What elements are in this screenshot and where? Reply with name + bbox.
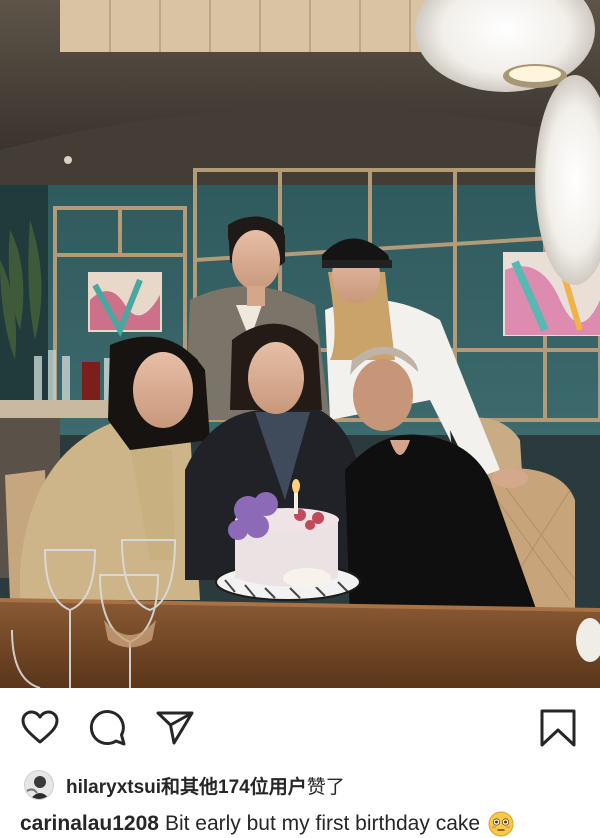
caption-username[interactable]: carinalau1208 [20, 812, 159, 836]
post-caption: carinalau1208 Bit early but my first bir… [20, 810, 514, 838]
send-icon [156, 711, 194, 745]
liker-count[interactable]: 和其他174位用户 [161, 777, 307, 798]
liker-username[interactable]: hilaryxtsui [66, 777, 161, 798]
heart-icon [21, 710, 59, 744]
share-button[interactable] [155, 708, 195, 748]
photo-illustration [0, 0, 600, 688]
comment-button[interactable] [88, 708, 128, 748]
like-button[interactable] [20, 708, 60, 748]
comment-icon [89, 710, 126, 746]
flushed-face-emoji-icon [488, 811, 514, 837]
liker-suffix: 赞了 [306, 776, 345, 798]
likes-summary: hilaryxtsui和其他174位用户赞了 [24, 770, 345, 800]
action-bar [0, 688, 600, 764]
post-photo[interactable] [0, 0, 600, 688]
likes-text[interactable]: hilaryxtsui和其他174位用户赞了 [66, 772, 345, 799]
caption-text: Bit early but my first birthday cake [164, 812, 481, 835]
save-button[interactable] [538, 708, 578, 748]
avatar-image [25, 771, 53, 799]
bookmark-icon [540, 709, 576, 747]
liker-avatar[interactable] [24, 770, 54, 800]
